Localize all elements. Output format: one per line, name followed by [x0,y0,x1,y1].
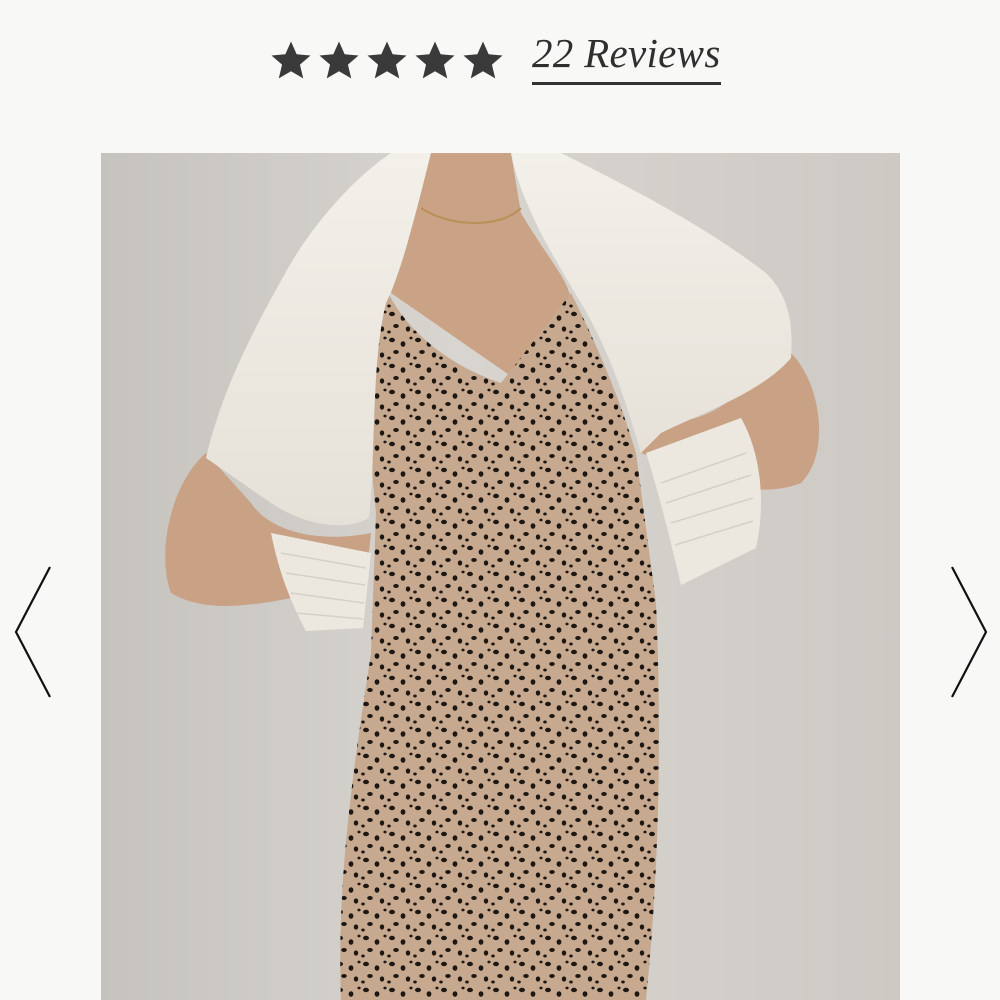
product-rating: 22 Reviews [0,26,1000,96]
star-rating[interactable] [268,40,506,80]
star-icon [268,40,314,82]
chevron-left-icon [14,566,51,698]
star-icon [316,40,362,82]
star-icon [460,40,506,82]
chevron-right-icon [951,566,988,698]
previous-image-button[interactable] [10,563,56,701]
reviews-link[interactable]: 22 Reviews [532,26,721,85]
product-photo[interactable] [101,153,900,1000]
star-icon [364,40,410,82]
star-icon [412,40,458,82]
next-image-button[interactable] [946,563,992,701]
product-photo-illustration [101,153,900,1000]
product-image-gallery [0,153,1000,1000]
